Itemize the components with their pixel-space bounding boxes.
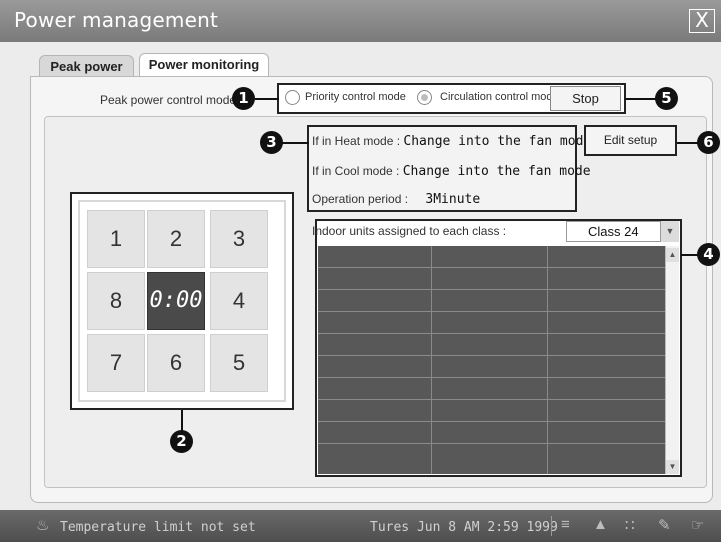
timer-display: 0:00 bbox=[147, 272, 205, 330]
table-row-divider bbox=[318, 377, 665, 378]
table-row-divider bbox=[318, 355, 665, 356]
class-select-value: Class 24 bbox=[588, 224, 639, 239]
table-row-divider bbox=[318, 267, 665, 268]
cool-mode-row: If in Cool mode : Change into the fan mo… bbox=[312, 164, 591, 179]
operation-period-value: 3Minute bbox=[425, 192, 481, 207]
table-row-divider bbox=[318, 421, 665, 422]
tab-peak-power[interactable]: Peak power bbox=[39, 55, 134, 77]
operation-period-row: Operation period : 3Minute bbox=[312, 192, 480, 207]
brush-icon[interactable]: ✎ bbox=[658, 516, 671, 534]
datetime-text: Tures Jun 8 AM 2:59 1999 bbox=[370, 520, 558, 535]
table-row-divider bbox=[318, 333, 665, 334]
title-bar: Power management X bbox=[0, 0, 721, 42]
callout-3-leader bbox=[282, 142, 309, 144]
keypad-cell-6[interactable]: 6 bbox=[147, 334, 205, 392]
chart-icon[interactable]: ▲ bbox=[593, 516, 608, 533]
heat-mode-label: If in Heat mode : bbox=[312, 134, 401, 148]
circulation-control-radio[interactable] bbox=[417, 90, 432, 105]
callout-2-leader bbox=[181, 410, 183, 432]
hand-icon[interactable]: ☞ bbox=[691, 516, 704, 534]
keypad-cell-1[interactable]: 1 bbox=[87, 210, 145, 268]
temperature-status-text: Temperature limit not set bbox=[60, 520, 256, 535]
stop-button[interactable]: Stop bbox=[550, 86, 621, 111]
table-column-divider bbox=[547, 246, 548, 474]
keypad-cell-3[interactable]: 3 bbox=[210, 210, 268, 268]
table-row-divider bbox=[318, 289, 665, 290]
indoor-units-label: Indoor units assigned to each class : bbox=[312, 224, 507, 238]
thermometer-icon: ♨ bbox=[36, 517, 50, 534]
chevron-down-icon[interactable]: ▼ bbox=[660, 221, 679, 242]
priority-control-radio[interactable] bbox=[285, 90, 300, 105]
table-row-divider bbox=[318, 443, 665, 444]
list-icon[interactable]: ≡ bbox=[561, 516, 570, 533]
callout-1: 1 bbox=[232, 87, 255, 110]
cool-mode-label: If in Cool mode : bbox=[312, 164, 400, 178]
window-title: Power management bbox=[14, 8, 219, 32]
scroll-down-icon[interactable]: ▼ bbox=[666, 460, 679, 474]
table-scrollbar[interactable]: ▲ ▼ bbox=[665, 246, 679, 474]
table-row-divider bbox=[318, 311, 665, 312]
keypad-cell-5[interactable]: 5 bbox=[210, 334, 268, 392]
edit-setup-button[interactable]: Edit setup bbox=[584, 125, 677, 156]
close-button[interactable]: X bbox=[689, 9, 715, 33]
taskbar-divider bbox=[551, 516, 552, 536]
table-row-divider bbox=[318, 399, 665, 400]
callout-4: 4 bbox=[697, 243, 720, 266]
scroll-up-icon[interactable]: ▲ bbox=[666, 248, 679, 262]
table-column-divider bbox=[431, 246, 432, 474]
callout-6-leader bbox=[677, 142, 699, 144]
callout-1-leader bbox=[255, 98, 279, 100]
callout-2: 2 bbox=[170, 430, 193, 453]
keypad-cell-4[interactable]: 4 bbox=[210, 272, 268, 330]
peak-power-control-mode-label: Peak power control mode bbox=[100, 93, 237, 107]
heat-mode-row: If in Heat mode : Change into the fan mo… bbox=[312, 134, 591, 149]
tab-power-monitoring[interactable]: Power monitoring bbox=[139, 53, 269, 77]
power-management-window: Power management X Peak power Power moni… bbox=[0, 0, 721, 542]
indoor-units-table bbox=[318, 246, 665, 474]
cool-mode-value: Change into the fan mode bbox=[402, 164, 591, 179]
keypad-cell-7[interactable]: 7 bbox=[87, 334, 145, 392]
keypad-cell-8[interactable]: 8 bbox=[87, 272, 145, 330]
dots-icon[interactable]: ∷ bbox=[625, 516, 635, 534]
callout-5: 5 bbox=[655, 87, 678, 110]
callout-5-leader bbox=[625, 98, 657, 100]
keypad-cell-2[interactable]: 2 bbox=[147, 210, 205, 268]
priority-control-label: Priority control mode bbox=[305, 91, 406, 103]
callout-3: 3 bbox=[260, 131, 283, 154]
heat-mode-value: Change into the fan mode bbox=[403, 134, 592, 149]
operation-period-label: Operation period : bbox=[312, 192, 409, 206]
circulation-control-label: Circulation control mode bbox=[440, 91, 559, 103]
callout-6: 6 bbox=[697, 131, 720, 154]
